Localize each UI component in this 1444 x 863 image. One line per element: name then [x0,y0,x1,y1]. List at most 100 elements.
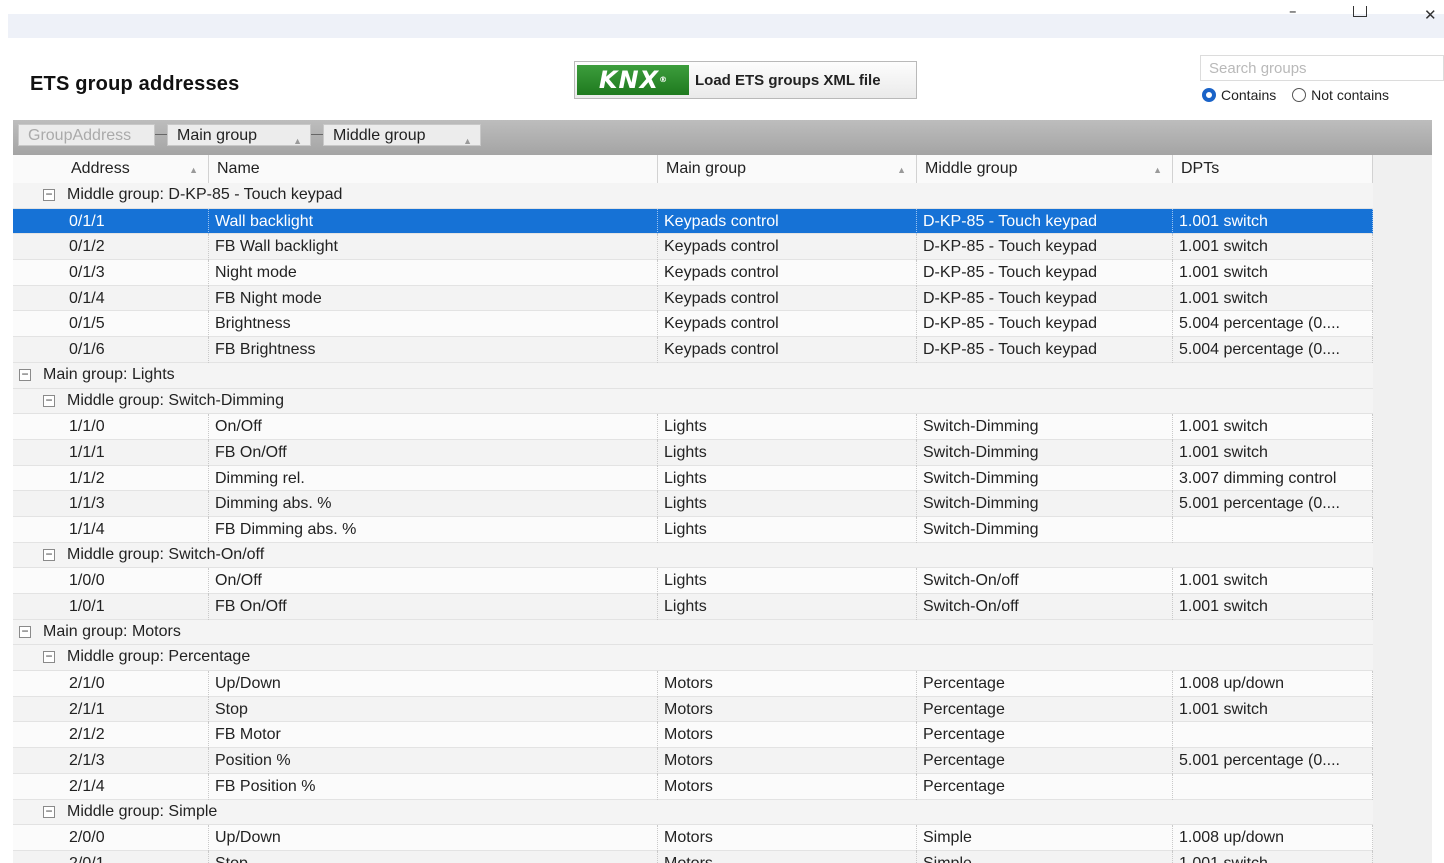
cell-dpts[interactable]: 5.001 percentage (0.... [1173,748,1373,774]
cell-name[interactable]: Brightness [209,311,658,338]
cell-main-group[interactable]: Motors [658,773,917,800]
collapse-toggle-icon[interactable]: − [43,188,55,201]
cell-name[interactable]: Wall backlight [209,208,658,235]
cell-middle-group[interactable]: D-KP-85 - Touch keypad [917,285,1173,312]
cell-name[interactable]: FB Motor [209,722,658,749]
table-row[interactable]: 0/1/1 Wall backlight Keypads control D-KP-8… [13,208,1373,235]
cell-address[interactable]: 2/0/1 [63,850,209,863]
cell-name[interactable]: FB Dimming abs. % [209,516,658,543]
middle-group-row[interactable]: − Middle group: Switch-On/off [13,542,1373,569]
table-row[interactable]: 2/1/3 Position % Motors Percentage 5.001 per… [13,748,1373,774]
groupby-chip-middle-group[interactable]: Middle group ▲ [323,124,481,146]
cell-main-group[interactable]: Lights [658,414,917,440]
table-row[interactable]: 2/1/2 FB Motor Motors Percentage [13,722,1373,749]
cell-name[interactable]: Up/Down [209,825,658,851]
cell-main-group[interactable]: Lights [658,439,917,466]
cell-middle-group[interactable]: Simple [917,850,1173,863]
cell-address[interactable]: 0/1/6 [63,337,209,363]
table-row[interactable]: 0/1/4 FB Night mode Keypads control D-KP-85… [13,285,1373,312]
middle-group-row[interactable]: − Middle group: Simple [13,799,1373,826]
cell-name[interactable]: Position % [209,748,658,774]
load-ets-xml-button[interactable]: KNX® Load ETS groups XML file [574,61,917,99]
collapse-toggle-icon[interactable]: − [43,548,55,561]
cell-address[interactable]: 2/0/0 [63,825,209,851]
cell-dpts[interactable]: 1.001 switch [1173,594,1373,620]
cell-name[interactable]: FB Night mode [209,285,658,312]
cell-address[interactable]: 1/1/3 [63,491,209,517]
table-row[interactable]: 2/1/1 Stop Motors Percentage 1.001 switch [13,696,1373,723]
cell-address[interactable]: 0/1/2 [63,234,209,261]
table-row[interactable]: 0/1/6 FB Brightness Keypads control D-KP-85… [13,337,1373,363]
middle-group-row[interactable]: − Middle group: Percentage [13,645,1373,672]
cell-middle-group[interactable]: Switch-Dimming [917,516,1173,543]
cell-dpts[interactable]: 5.001 percentage (0.... [1173,491,1373,517]
cell-dpts[interactable]: 1.001 switch [1173,285,1373,312]
groupby-chip-main-group[interactable]: Main group ▲ [167,124,311,146]
cell-middle-group[interactable]: D-KP-85 - Touch keypad [917,260,1173,286]
table-row[interactable]: 1/0/1 FB On/Off Lights Switch-On/off 1.001 s… [13,594,1373,620]
cell-name[interactable]: On/Off [209,568,658,594]
cell-name[interactable]: On/Off [209,414,658,440]
cell-middle-group[interactable]: Switch-Dimming [917,414,1173,440]
main-group-row[interactable]: − Main group: Lights [13,362,1373,389]
cell-address[interactable]: 2/1/4 [63,773,209,800]
cell-dpts[interactable]: 1.001 switch [1173,850,1373,863]
cell-name[interactable]: Night mode [209,260,658,286]
cell-dpts[interactable]: 1.001 switch [1173,414,1373,440]
middle-group-row[interactable]: − Middle group: D-KP-85 - Touch keypad [13,183,1373,209]
table-row[interactable]: 0/1/3 Night mode Keypads control D-KP-85 - … [13,260,1373,286]
cell-name[interactable]: Dimming abs. % [209,491,658,517]
cell-address[interactable]: 1/0/0 [63,568,209,594]
cell-dpts[interactable]: 1.001 switch [1173,439,1373,466]
cell-address[interactable]: 2/1/1 [63,696,209,723]
cell-name[interactable]: FB On/Off [209,594,658,620]
cell-name[interactable]: Stop [209,696,658,723]
cell-dpts[interactable] [1173,516,1373,543]
cell-middle-group[interactable]: Percentage [917,722,1173,749]
collapse-toggle-icon[interactable]: − [19,368,31,381]
cell-main-group[interactable]: Keypads control [658,260,917,286]
cell-main-group[interactable]: Motors [658,825,917,851]
cell-middle-group[interactable]: Percentage [917,773,1173,800]
cell-dpts[interactable] [1173,773,1373,800]
cell-main-group[interactable]: Keypads control [658,208,917,235]
cell-main-group[interactable]: Keypads control [658,337,917,363]
cell-address[interactable]: 0/1/3 [63,260,209,286]
cell-address[interactable]: 0/1/1 [63,208,209,235]
collapse-toggle-icon[interactable]: − [43,650,55,664]
cell-dpts[interactable]: 5.004 percentage (0.... [1173,337,1373,363]
cell-main-group[interactable]: Motors [658,671,917,697]
cell-name[interactable]: FB Wall backlight [209,234,658,261]
contains-radio[interactable] [1202,88,1216,103]
cell-main-group[interactable]: Lights [658,568,917,594]
cell-name[interactable]: Up/Down [209,671,658,697]
cell-address[interactable]: 2/1/0 [63,671,209,697]
cell-name[interactable]: Dimming rel. [209,465,658,492]
cell-main-group[interactable]: Motors [658,850,917,863]
cell-middle-group[interactable]: Switch-On/off [917,594,1173,620]
collapse-toggle-icon[interactable]: − [43,394,55,407]
cell-main-group[interactable]: Keypads control [658,285,917,312]
table-row[interactable]: 1/1/2 Dimming rel. Lights Switch-Dimming 3.0… [13,465,1373,492]
cell-address[interactable]: 1/1/4 [63,516,209,543]
cell-address[interactable]: 1/1/1 [63,439,209,466]
cell-main-group[interactable]: Motors [658,696,917,723]
middle-group-row[interactable]: − Middle group: Switch-Dimming [13,388,1373,415]
column-header-middle-group[interactable]: Middle group ▲ [917,155,1173,183]
cell-name[interactable]: Stop [209,850,658,863]
cell-address[interactable]: 0/1/4 [63,285,209,312]
cell-dpts[interactable]: 5.004 percentage (0.... [1173,311,1373,338]
not-contains-radio[interactable] [1292,88,1307,103]
cell-middle-group[interactable]: Percentage [917,696,1173,723]
contains-label[interactable]: Contains [1221,87,1276,103]
table-row[interactable]: 1/0/0 On/Off Lights Switch-On/off 1.001 swit… [13,568,1373,594]
table-row[interactable]: 2/1/0 Up/Down Motors Percentage 1.008 up/dow… [13,671,1373,697]
cell-middle-group[interactable]: Percentage [917,671,1173,697]
cell-middle-group[interactable]: D-KP-85 - Touch keypad [917,208,1173,235]
table-row[interactable]: 1/1/4 FB Dimming abs. % Lights Switch-Dimmi… [13,516,1373,543]
table-row[interactable]: 1/1/1 FB On/Off Lights Switch-Dimming 1.001 … [13,439,1373,466]
cell-address[interactable]: 1/0/1 [63,594,209,620]
cell-dpts[interactable]: 1.001 switch [1173,568,1373,594]
table-row[interactable]: 0/1/2 FB Wall backlight Keypads control D-K… [13,234,1373,261]
cell-address[interactable]: 2/1/3 [63,748,209,774]
